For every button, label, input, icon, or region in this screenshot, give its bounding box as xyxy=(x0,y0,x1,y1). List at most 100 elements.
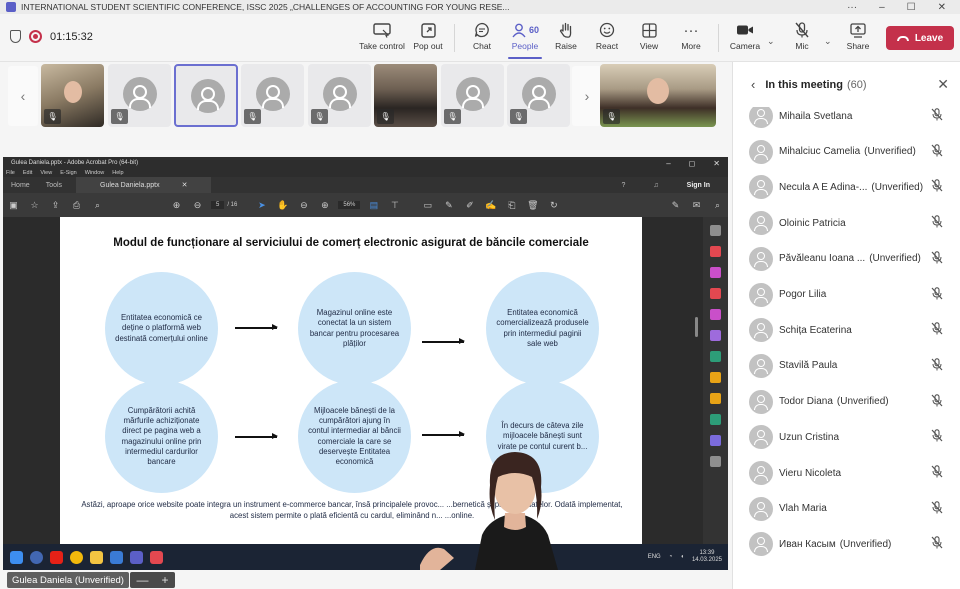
participant-row[interactable]: Mihaila Svetlana xyxy=(733,107,960,131)
acrobat-tab-home[interactable]: Home xyxy=(3,182,38,189)
organize-icon[interactable] xyxy=(710,288,721,299)
participant-row[interactable]: Mihalciuc Camelia (Unverified) xyxy=(733,137,960,167)
shield-tool-icon[interactable] xyxy=(710,435,721,446)
wifi-icon[interactable]: ◔ xyxy=(669,554,673,560)
participant-row[interactable]: Vlah Maria xyxy=(733,494,960,524)
page-number-input[interactable]: 5 xyxy=(211,201,225,209)
participant-video-tile-selected[interactable] xyxy=(174,64,238,127)
zoom-level-select[interactable]: 56% xyxy=(338,201,361,209)
comment-tool-icon[interactable] xyxy=(710,372,721,383)
create-pdf-icon[interactable] xyxy=(710,246,721,257)
participant-video-tile[interactable]: 🎙 xyxy=(441,64,504,127)
edit-tool-icon[interactable]: ✎ xyxy=(665,200,686,211)
stamp-icon[interactable]: ⎗ xyxy=(501,200,522,211)
help-icon[interactable]: ? xyxy=(614,182,634,189)
sign-tool-icon[interactable] xyxy=(710,330,721,341)
back-chevron-icon[interactable]: ‹ xyxy=(751,77,755,92)
acrobat-tab-tools[interactable]: Tools xyxy=(38,182,70,189)
taskbar-clock[interactable]: 13:39 14.03.2025 xyxy=(692,550,722,564)
window-minimize-icon[interactable]: – xyxy=(879,2,885,13)
share-button[interactable]: Share xyxy=(833,19,883,51)
window-more-icon[interactable]: ··· xyxy=(847,2,857,13)
participant-video-tile[interactable]: 🎙 xyxy=(41,64,104,127)
print-icon[interactable]: ⎙ xyxy=(66,200,87,211)
comment-icon[interactable]: ▭ xyxy=(417,200,438,211)
document-scrollbar[interactable] xyxy=(695,317,698,337)
acrobat-menu-window[interactable]: Window xyxy=(85,170,105,176)
rotate-icon[interactable]: ↻ xyxy=(543,200,564,211)
volume-icon[interactable]: ◖ xyxy=(680,554,684,560)
edit-pdf-icon[interactable] xyxy=(710,309,721,320)
zoom-out-icon[interactable]: ⊖ xyxy=(293,200,314,211)
participant-video-tile[interactable]: 🎙 xyxy=(374,64,437,127)
leave-button[interactable]: Leave xyxy=(886,26,954,50)
participant-video-tile[interactable]: 🎙 xyxy=(108,64,171,127)
page-down-icon[interactable]: ⊖ xyxy=(187,200,208,211)
participant-video-tile[interactable]: 🎙 xyxy=(241,64,304,127)
page-up-icon[interactable]: ⊕ xyxy=(166,200,187,211)
edge-icon[interactable] xyxy=(110,550,123,564)
participant-video-tile[interactable]: 🎙 xyxy=(308,64,371,127)
mic-options-chevron-icon[interactable]: ⌄ xyxy=(824,36,832,47)
zoom-in-button[interactable]: + xyxy=(161,573,168,587)
participant-video-tile[interactable]: 🎙 xyxy=(507,64,570,127)
start-icon[interactable] xyxy=(10,550,23,564)
participant-row[interactable]: Schița Ecaterina xyxy=(733,315,960,345)
more-tools-icon[interactable] xyxy=(710,456,721,467)
participant-row[interactable]: Pogor Lilia xyxy=(733,280,960,310)
acrobat-menu-view[interactable]: View xyxy=(40,170,52,176)
acrobat-menu-edit[interactable]: Edit xyxy=(23,170,32,176)
email-icon[interactable]: ✉ xyxy=(686,200,707,211)
chrome-icon[interactable] xyxy=(70,550,83,564)
teams-taskbar-icon[interactable] xyxy=(130,550,143,564)
close-icon[interactable]: ✕ xyxy=(937,76,949,93)
language-indicator[interactable]: ENG xyxy=(648,554,661,560)
gallery-prev-chevron-icon[interactable]: ‹ xyxy=(8,66,38,126)
participant-row[interactable]: Uzun Cristina xyxy=(733,422,960,452)
participant-video-tile-large[interactable]: 🎙 xyxy=(600,64,716,127)
pen-icon[interactable]: ✎ xyxy=(438,200,459,211)
acrobat-menu-help[interactable]: Help xyxy=(112,170,123,176)
folder-icon[interactable] xyxy=(90,550,103,564)
zoom-search-icon[interactable]: ⌕ xyxy=(87,200,108,211)
camera-button[interactable]: Camera xyxy=(720,19,770,51)
hand-icon[interactable]: ✋ xyxy=(272,200,293,211)
upload-icon[interactable]: ⇪ xyxy=(45,200,66,211)
scroll-mode-icon[interactable]: ⊤ xyxy=(384,200,405,211)
acrobat-maximize-icon[interactable]: ◻ xyxy=(689,159,696,168)
acrobat-menu-file[interactable]: File xyxy=(6,170,15,176)
tab-close-icon[interactable]: ✕ xyxy=(174,181,196,189)
protect-icon[interactable] xyxy=(710,393,721,404)
gallery-next-chevron-icon[interactable]: › xyxy=(572,66,602,126)
participant-row[interactable]: Oloinic Patricia xyxy=(733,208,960,238)
acrobat-menu-esign[interactable]: E-Sign xyxy=(60,170,77,176)
delete-icon[interactable]: 🗑 xyxy=(522,200,543,211)
participant-row[interactable]: Vieru Nicoleta xyxy=(733,458,960,488)
zoom-out-button[interactable]: — xyxy=(136,573,148,587)
sign-in-button[interactable]: Sign In xyxy=(679,182,718,189)
scan-icon[interactable] xyxy=(710,414,721,425)
participant-row[interactable]: Todor Diana (Unverified) xyxy=(733,387,960,417)
cursor-icon[interactable]: ➤ xyxy=(251,200,272,211)
participant-row[interactable]: Иван Касым (Unverified) xyxy=(733,529,960,559)
highlight-icon[interactable]: ✐ xyxy=(459,200,480,211)
save-icon[interactable]: ▣ xyxy=(3,200,24,211)
participant-row[interactable]: Necula A E Adina-... (Unverified) xyxy=(733,172,960,202)
pop-out-button[interactable]: Pop out xyxy=(403,19,453,51)
zoom-tool-icon[interactable] xyxy=(710,225,721,236)
mic-button[interactable]: Mic xyxy=(777,19,827,51)
sign-icon[interactable]: ✍ xyxy=(480,200,501,211)
acrobat-close-icon[interactable]: ✕ xyxy=(713,159,720,168)
acrobat-tab-document[interactable]: Gulea Daniela.pptx ✕ xyxy=(76,177,212,193)
combine-icon[interactable] xyxy=(710,267,721,278)
export-icon[interactable] xyxy=(710,351,721,362)
star-icon[interactable]: ☆ xyxy=(24,200,45,211)
zoom-in-icon[interactable]: ⊕ xyxy=(314,200,335,211)
acrobat-minimize-icon[interactable]: – xyxy=(666,159,670,168)
take-control-button[interactable]: Take control xyxy=(357,19,407,51)
participant-row[interactable]: Păvăleanu Ioana ... (Unverified) xyxy=(733,244,960,274)
search-icon[interactable]: ⌕ xyxy=(707,200,728,211)
facebook-icon[interactable] xyxy=(30,550,43,564)
participant-row[interactable]: Stavilă Paula xyxy=(733,351,960,381)
window-close-icon[interactable]: ✕ xyxy=(938,2,946,13)
